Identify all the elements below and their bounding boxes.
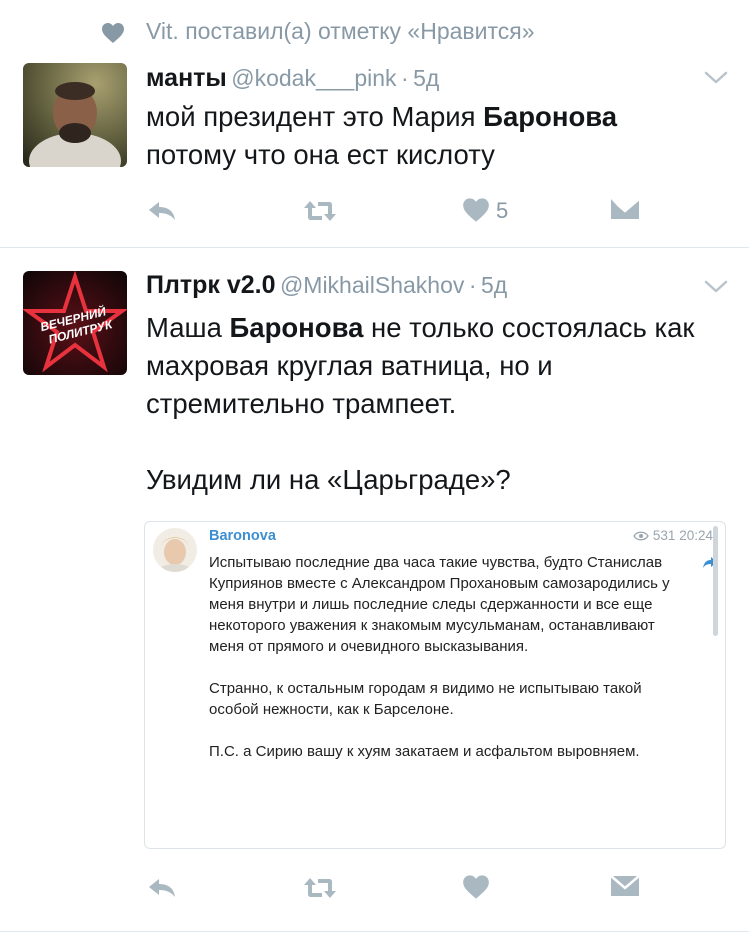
reply-button[interactable] [146,200,178,222]
tweet-actions [0,871,749,905]
separator: · [400,65,409,91]
retweet-icon [304,878,336,898]
embed-author: Baronova [209,528,276,544]
timestamp[interactable]: 5д [413,65,439,91]
embed-paragraph: Испытываю последние два часа такие чувст… [209,554,670,655]
reply-icon [149,879,175,897]
tweet[interactable]: манты @kodak___pink · 5д мой президент э… [0,58,749,248]
social-context-text: Vit. поставил(а) отметку «Нравится» [146,18,535,44]
reply-button[interactable] [146,877,178,899]
like-button[interactable] [462,197,490,223]
author-name[interactable]: Плтрк v2.0 [146,271,275,299]
embed-time: 20:24 [679,528,713,543]
retweet-button[interactable] [302,876,338,900]
envelope-icon [610,198,640,219]
tweet-text-bold: Баронова [229,312,364,343]
retweet-button[interactable] [302,199,338,223]
embedded-image[interactable]: Baronova 531 20:24 Испытываю последние д… [144,521,726,849]
avatar[interactable]: ВЕЧЕРНИЙ ПОЛИТРУК [23,271,127,375]
like-button[interactable] [462,874,490,900]
heart-icon [463,198,489,222]
tweet-text-part: Маша [146,312,230,343]
tweet[interactable]: ВЕЧЕРНИЙ ПОЛИТРУК Плтрк v2.0 @MikhailSha… [0,249,749,932]
heart-icon [463,875,489,899]
tweet-text: мой президент это Мария Баронова потому ч… [146,98,726,174]
separator: · [468,272,477,298]
embed-paragraph: Странно, к остальным городам я видимо не… [209,680,642,718]
like-count: 5 [496,198,509,223]
author-handle[interactable]: @MikhailShakhov [280,272,464,298]
tweet-actions: 5 [0,194,749,228]
embed-avatar [153,528,197,572]
scrollbar[interactable] [713,526,718,636]
avatar[interactable] [23,63,127,167]
timestamp[interactable]: 5д [481,272,507,298]
tweet-header: манты @kodak___pink · 5д [146,64,439,93]
retweet-icon [304,201,336,221]
reply-icon [149,202,175,220]
tweet-paragraph: Увидим ли на «Царьграде»? [146,464,511,495]
tweet-paragraph: Маша Баронова не только состоялась как м… [146,309,726,423]
author-handle[interactable]: @kodak___pink [231,65,396,91]
envelope-icon [610,875,640,896]
direct-message-button[interactable] [610,198,640,220]
author-name[interactable]: манты [146,64,227,92]
chevron-down-icon[interactable] [703,279,729,295]
tweet-text-part: мой президент это Мария [146,101,484,132]
tweet-text: Маша Баронова не только состоялась как м… [146,309,726,499]
embed-paragraph: П.С. а Сирию вашу к хуям закатаем и асфа… [209,743,640,760]
embed-text: Испытываю последние два часа такие чувст… [209,552,679,762]
heart-icon [102,23,124,43]
embed-meta: 531 20:24 [633,528,713,543]
eye-icon [633,532,649,541]
tweet-text-bold: Баронова [483,101,618,132]
social-context: Vit. поставил(а) отметку «Нравится» [0,0,749,60]
tweet-header: Плтрк v2.0 @MikhailShakhov · 5д [146,271,507,300]
embed-views: 531 [652,528,676,543]
direct-message-button[interactable] [610,875,640,897]
chevron-down-icon[interactable] [703,70,729,86]
tweet-text-part: потому что она ест кислоту [146,139,495,170]
